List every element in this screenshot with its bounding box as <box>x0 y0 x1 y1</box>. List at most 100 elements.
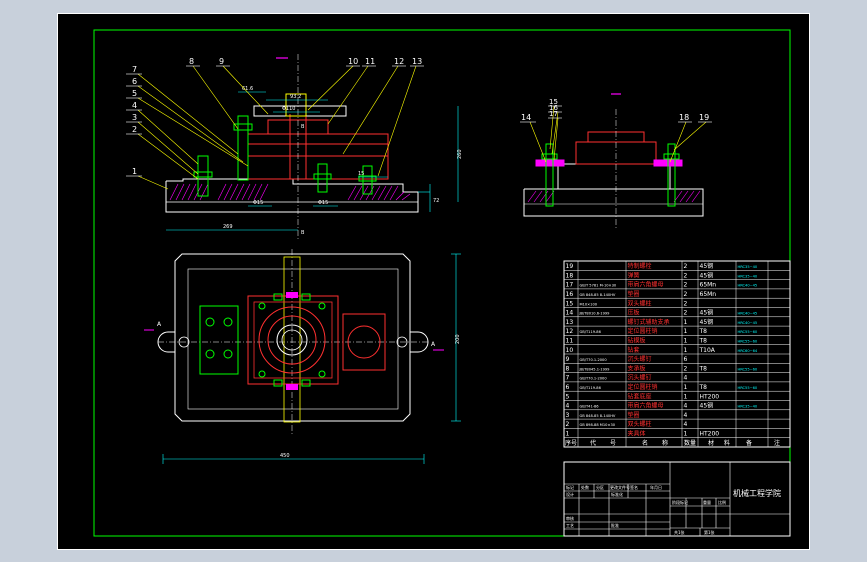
parts-cell-name-3: 垫圈 <box>628 411 640 419</box>
parts-cell-qty-5: 1 <box>684 393 688 400</box>
parts-cell-name-6: 定位圆柱销 <box>628 383 658 391</box>
parts-cell-qty-9: 6 <box>684 356 688 363</box>
balloon-18: 18 <box>679 113 689 122</box>
parts-header-2: 号 <box>610 440 616 447</box>
parts-cell-qty-10: 1 <box>684 347 688 354</box>
parts-cell-code-7: GB/T70.1-2000 <box>580 377 608 381</box>
parts-cell-code-12: GB/T119-86 <box>580 330 602 334</box>
balloon-1: 1 <box>132 167 137 176</box>
title-cell-7: 设计 <box>566 491 574 497</box>
parts-cell-no-10: 10 <box>566 347 574 354</box>
parts-header-8: 备 <box>746 439 752 447</box>
plan-support-left <box>199 305 239 375</box>
parts-cell-mat-11: T8 <box>699 338 708 345</box>
parts-cell-name-4: 带肩六角螺母 <box>628 402 664 410</box>
parts-cell-no-8: 8 <box>566 365 570 372</box>
title-cell-14: 批准 <box>611 522 619 528</box>
drawing-canvas[interactable]: 61.6 93.2 Φ110 Φ15 Φ15 15 260 72 269 B B <box>57 13 810 550</box>
parts-cell-note-12: HRC55~60 <box>738 330 758 334</box>
parts-cell-no-18: 18 <box>566 272 574 279</box>
parts-cell-qty-13: 1 <box>684 319 688 326</box>
parts-header-0: 序号 <box>565 439 577 447</box>
parts-cell-name-10: 钻套 <box>628 346 640 354</box>
parts-header-5: 数量 <box>684 439 696 447</box>
parts-cell-note-13: HRC40~45 <box>738 321 758 325</box>
front-dims <box>166 91 459 231</box>
parts-cell-qty-15: 2 <box>684 300 688 307</box>
side-studs <box>541 143 680 207</box>
title-cell-9: 阶段标记 <box>672 499 688 505</box>
balloon-12: 12 <box>394 57 404 66</box>
parts-cell-note-14: HRC40~45 <box>738 312 758 316</box>
section-a-left: A <box>157 321 162 328</box>
balloon-2: 2 <box>132 125 137 134</box>
side-hatch <box>527 190 701 203</box>
parts-cell-qty-17: 2 <box>684 282 688 289</box>
dim-d7: 260 <box>457 149 463 159</box>
parts-cell-mat-14: 45钢 <box>700 309 714 317</box>
title-cell-13: 工艺 <box>566 523 574 528</box>
plan-mark-top <box>286 292 298 298</box>
parts-header-6: 材 <box>708 439 714 447</box>
balloon-9: 9 <box>219 57 224 66</box>
parts-cell-qty-14: 2 <box>684 310 688 317</box>
section-mark-bottom: B <box>301 230 305 236</box>
parts-cell-no-17: 17 <box>566 282 574 289</box>
front-leaders <box>137 65 417 190</box>
drill-plate <box>253 105 347 117</box>
plan-view: 450 200 A A <box>144 249 461 464</box>
title-org: 机械工程学院 <box>733 488 781 498</box>
title-cell-6: 年月日 <box>650 484 662 490</box>
front-view: 61.6 93.2 Φ110 Φ15 Φ15 15 260 72 269 B B <box>126 54 463 239</box>
parts-cell-no-14: 14 <box>566 310 574 317</box>
balloon-19: 19 <box>699 113 709 122</box>
parts-cell-name-1: 夹具体 <box>628 430 646 438</box>
balloon-14: 14 <box>521 113 531 122</box>
side-base-outline <box>523 188 704 217</box>
parts-cell-mat-12: T8 <box>699 328 708 335</box>
parts-cell-note-17: HRC40~45 <box>738 284 758 288</box>
parts-cell-note-6: HRC55~60 <box>738 386 758 390</box>
title-cell-15: 共1张 <box>674 529 685 535</box>
parts-cell-code-14: JB/T8010.6-1999 <box>579 312 611 316</box>
parts-cell-code-8: JB/T8045.1-1999 <box>579 367 611 371</box>
balloon-13: 13 <box>412 57 422 66</box>
side-clamp-left <box>535 159 565 167</box>
parts-cell-no-15: 15 <box>566 300 574 307</box>
parts-cell-mat-4: 45钢 <box>700 402 714 410</box>
parts-header-7: 料 <box>724 439 730 447</box>
balloon-3: 3 <box>132 113 137 122</box>
parts-cell-qty-2: 4 <box>684 421 688 428</box>
dim-d9: 269 <box>223 224 233 230</box>
dim-d4: Φ15 <box>253 200 263 206</box>
title-cell-8: 标准化 <box>611 491 623 497</box>
parts-cell-no-13: 13 <box>566 319 574 326</box>
parts-cell-mat-10: T10A <box>699 347 716 354</box>
parts-cell-qty-3: 4 <box>684 412 688 419</box>
title-cell-1: 标记 <box>566 484 574 490</box>
parts-cell-code-6: GB/T119-86 <box>580 386 602 390</box>
plan-mark-bottom <box>286 384 298 390</box>
parts-cell-name-15: 双头螺柱 <box>628 299 652 307</box>
balloon-8: 8 <box>189 57 194 66</box>
title-cell-16: 第1张 <box>704 529 715 535</box>
parts-cell-no-11: 11 <box>566 338 574 345</box>
balloon-11: 11 <box>365 57 375 66</box>
parts-cell-mat-19: 45钢 <box>700 262 714 270</box>
parts-cell-name-13: 螺钉式辅助支承 <box>628 318 670 326</box>
balloon-4: 4 <box>132 101 137 110</box>
parts-header-4: 称 <box>662 439 668 447</box>
parts-cell-no-4: 4 <box>566 403 570 410</box>
parts-cell-name-11: 钻模板 <box>628 337 646 345</box>
parts-cell-note-10: HRC60~64 <box>738 349 758 353</box>
dim-d6: 15 <box>358 171 364 177</box>
parts-cell-name-14: 压板 <box>628 309 640 317</box>
parts-cell-qty-11: 1 <box>684 338 688 345</box>
base-hatch <box>169 183 411 201</box>
title-cell-10: 重量 <box>703 499 711 505</box>
parts-cell-mat-13: 45钢 <box>700 318 714 326</box>
parts-cell-no-12: 12 <box>566 328 574 335</box>
parts-cell-name-5: 钻套底座 <box>628 392 652 400</box>
plan-dim-height: 200 <box>455 334 461 344</box>
parts-cell-note-18: HRC35~40 <box>738 274 758 278</box>
